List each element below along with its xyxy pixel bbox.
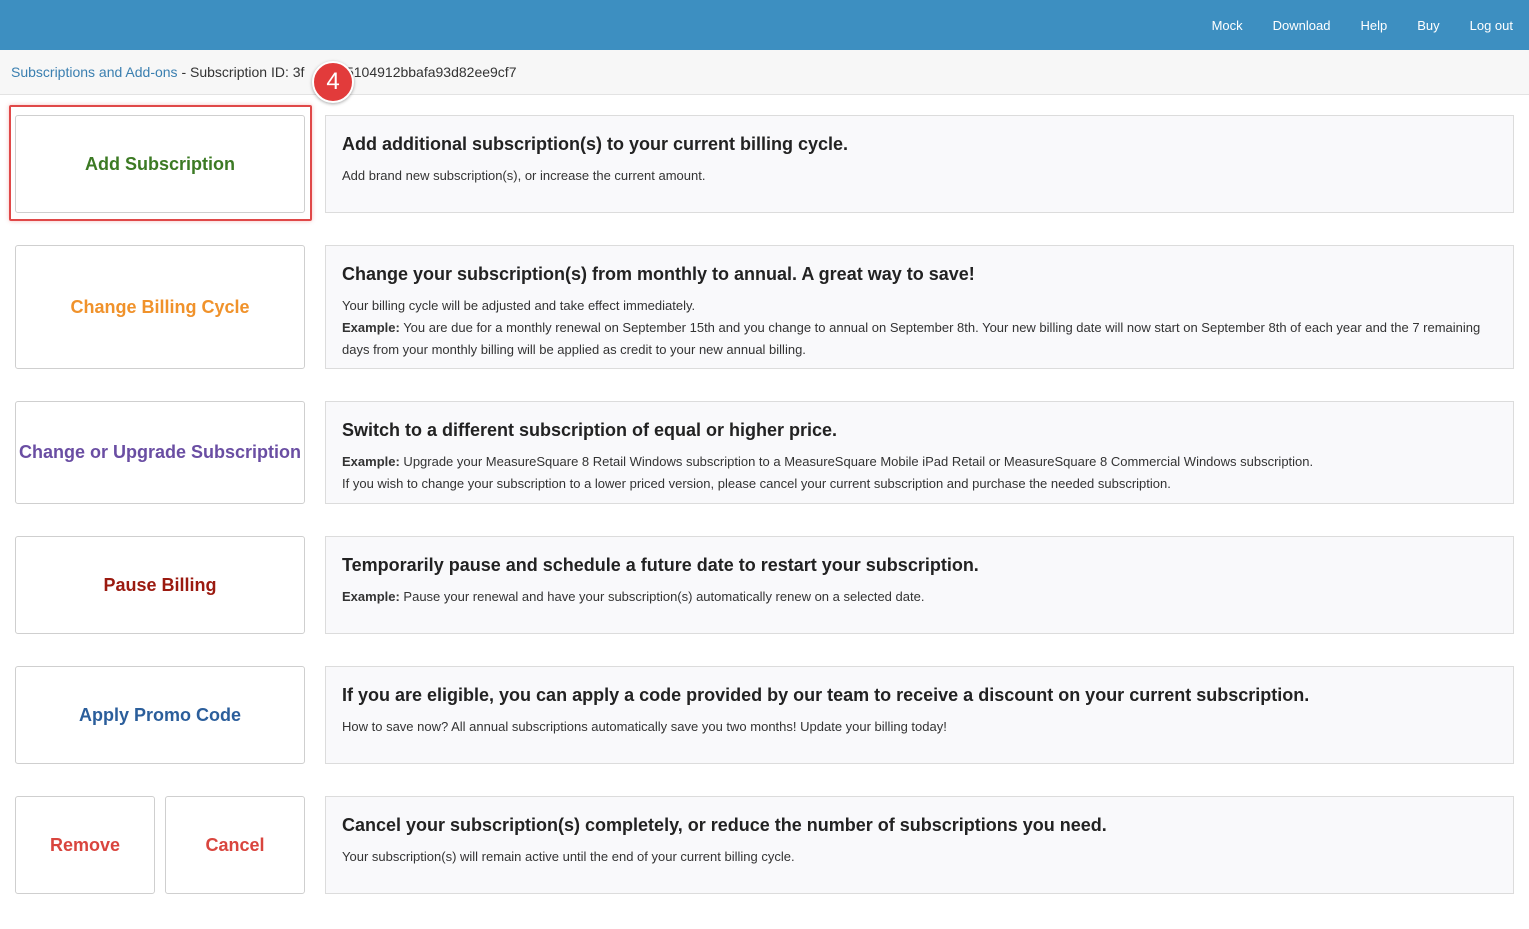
upgrade-example-label: Example:: [342, 454, 400, 469]
pause-billing-button[interactable]: Pause Billing: [15, 536, 305, 634]
upgrade-example: Example: Upgrade your MeasureSquare 8 Re…: [342, 451, 1497, 473]
pause-example-label: Example:: [342, 589, 400, 604]
upgrade-title: Switch to a different subscription of eq…: [342, 420, 838, 440]
upgrade-description: Switch to a different subscription of eq…: [325, 401, 1514, 504]
breadcrumb-bar: Subscriptions and Add-ons - Subscription…: [0, 50, 1529, 95]
promo-description: If you are eligible, you can apply a cod…: [325, 666, 1514, 764]
add-subscription-text: Add brand new subscription(s), or increa…: [342, 168, 706, 183]
change-billing-example-text: You are due for a monthly renewal on Sep…: [342, 320, 1481, 357]
nav-download-link[interactable]: Download: [1273, 18, 1331, 33]
cancel-text: Your subscription(s) will remain active …: [342, 849, 795, 864]
apply-promo-code-button[interactable]: Apply Promo Code: [15, 666, 305, 764]
add-subscription-description: Add additional subscription(s) to your c…: [325, 115, 1514, 213]
change-billing-example: Example: You are due for a monthly renew…: [342, 317, 1497, 361]
change-billing-description: Change your subscription(s) from monthly…: [325, 245, 1514, 369]
change-billing-text: Your billing cycle will be adjusted and …: [342, 298, 696, 313]
upgrade-note: If you wish to change your subscription …: [342, 476, 1171, 491]
change-upgrade-subscription-button[interactable]: Change or Upgrade Subscription: [15, 401, 305, 504]
remove-button[interactable]: Remove: [15, 796, 155, 894]
cancel-button[interactable]: Cancel: [165, 796, 305, 894]
upgrade-example-text: Upgrade your MeasureSquare 8 Retail Wind…: [399, 454, 1314, 469]
subscription-id-label: Subscription ID: 3f: [190, 64, 305, 80]
change-billing-title: Change your subscription(s) from monthly…: [342, 264, 975, 284]
promo-text: How to save now? All annual subscription…: [342, 719, 947, 734]
promo-title: If you are eligible, you can apply a cod…: [342, 685, 1310, 705]
nav-mock-link[interactable]: Mock: [1212, 18, 1243, 33]
breadcrumb: Subscriptions and Add-ons - Subscription…: [11, 64, 516, 80]
breadcrumb-subscriptions-link[interactable]: Subscriptions and Add-ons: [11, 64, 178, 80]
cancel-title: Cancel your subscription(s) completely, …: [342, 815, 1107, 835]
subscription-id-value: 935104912bbafa93d82ee9cf7: [330, 64, 517, 80]
add-subscription-title: Add additional subscription(s) to your c…: [342, 134, 849, 154]
top-navbar: Mock Download Help Buy Log out: [0, 0, 1529, 50]
nav-buy-link[interactable]: Buy: [1417, 18, 1439, 33]
change-billing-example-label: Example:: [342, 320, 400, 335]
pause-description: Temporarily pause and schedule a future …: [325, 536, 1514, 634]
pause-example-text: Pause your renewal and have your subscri…: [399, 589, 925, 604]
step-number-badge: 4: [312, 61, 354, 103]
nav-logout-link[interactable]: Log out: [1470, 18, 1513, 33]
pause-title: Temporarily pause and schedule a future …: [342, 555, 979, 575]
breadcrumb-separator: -: [177, 64, 191, 80]
change-billing-cycle-button[interactable]: Change Billing Cycle: [15, 245, 305, 369]
nav-links: Mock Download Help Buy Log out: [1182, 0, 1513, 50]
cancel-description: Cancel your subscription(s) completely, …: [325, 796, 1514, 894]
nav-help-link[interactable]: Help: [1360, 18, 1387, 33]
pause-example: Example: Pause your renewal and have you…: [342, 586, 1497, 608]
add-subscription-button[interactable]: Add Subscription: [15, 115, 305, 213]
